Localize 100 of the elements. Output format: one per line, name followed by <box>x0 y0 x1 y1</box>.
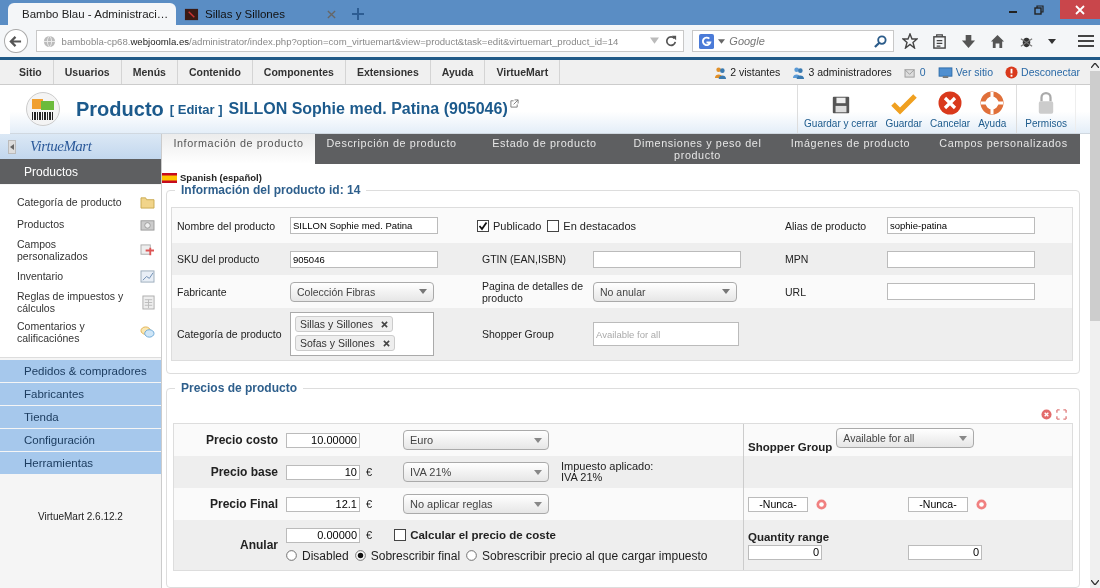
address-bar[interactable]: bambobla-cp68.webjoomla.es/administrator/index.php?option=com_virtuemart&view=product&task=edit&virtuemart_product_id=14 <box>35 30 685 52</box>
toolbar-button[interactable]: Cancelar <box>926 85 975 133</box>
text-field[interactable] <box>593 250 741 268</box>
field-label: Fabricante <box>176 285 228 298</box>
tab[interactable]: Imágenes de producto <box>774 134 927 164</box>
caret-icon <box>534 437 542 443</box>
scroll-down-icon[interactable] <box>1091 580 1099 585</box>
scroll-up-icon[interactable] <box>1091 63 1099 68</box>
toolbar-button[interactable]: Guardar <box>881 85 927 133</box>
dropdown[interactable]: Euro <box>403 430 549 450</box>
radio-button[interactable]: Sobrescribir precio al que cargar impuesto <box>466 548 708 563</box>
star-icon[interactable] <box>902 33 918 49</box>
window-close-button[interactable] <box>1060 0 1100 19</box>
edit-label: [ Editar ] <box>169 101 223 117</box>
dropdown[interactable]: No aplicar reglas <box>403 494 549 514</box>
sidebar-item[interactable]: Productos <box>0 213 161 235</box>
section-title: Precios de producto <box>175 381 304 395</box>
clipboard-icon[interactable] <box>932 33 947 49</box>
logout-link[interactable]: Desconectar <box>1021 66 1080 78</box>
checkbox[interactable]: Calcular el precio de coste <box>394 529 556 541</box>
price-field[interactable]: 12.1 <box>286 496 360 512</box>
menu-item[interactable]: Componentes <box>252 60 346 84</box>
menu-item[interactable]: Ayuda <box>430 60 486 84</box>
checkbox[interactable]: En destacados <box>547 219 637 232</box>
sidebar-section[interactable]: Tienda <box>0 406 161 429</box>
search-field[interactable]: Google <box>692 30 894 52</box>
menu-icon[interactable] <box>1078 34 1094 48</box>
search-icon[interactable] <box>874 34 887 48</box>
menu-item[interactable]: Usuarios <box>53 60 122 84</box>
sidebar-item[interactable]: Comentarios y calificaciónes <box>0 317 161 347</box>
text-field[interactable]: Available for all <box>593 322 739 346</box>
quantity-field[interactable]: 0 <box>908 544 982 560</box>
reload-icon[interactable] <box>665 35 678 47</box>
dropdown[interactable]: Available for all <box>836 428 975 448</box>
radio-button[interactable]: Disabled <box>286 548 349 563</box>
browser-tab[interactable]: Bambo Blau - Administraci… <box>8 3 176 25</box>
scrollbar[interactable] <box>1090 60 1100 588</box>
dropdown[interactable]: IVA 21% <box>403 462 549 482</box>
quantity-field[interactable]: 0 <box>748 544 822 560</box>
field-label: Anular <box>239 538 279 552</box>
checkbox[interactable]: Publicado <box>477 219 542 232</box>
users-icon <box>714 65 728 79</box>
back-button[interactable] <box>4 29 28 53</box>
field-label: Quantity range <box>748 530 830 543</box>
text-field[interactable]: 905046 <box>290 250 438 268</box>
sidebar-section[interactable]: Herramientas <box>0 452 161 475</box>
text-field[interactable]: sophie-patina <box>887 217 1035 234</box>
browser-tab[interactable]: Sillas y Sillones <box>176 3 344 25</box>
sidebar-section[interactable]: Productos <box>0 159 161 185</box>
menu-item[interactable]: Menús <box>121 60 178 84</box>
sidebar-item[interactable]: Reglas de impuestos y cálculos <box>0 287 161 317</box>
remove-icon[interactable] <box>382 339 390 347</box>
toolbar-button[interactable]: Guardar y cerrar <box>797 85 882 133</box>
message-count[interactable]: 0 <box>919 66 926 78</box>
clear-icon[interactable] <box>976 498 987 510</box>
menu-item[interactable]: Contenido <box>177 60 253 84</box>
field-label: Nombre del producto <box>176 219 277 232</box>
external-link-icon[interactable] <box>509 99 519 108</box>
caret-icon[interactable] <box>718 38 726 44</box>
remove-icon[interactable] <box>380 320 388 328</box>
tab[interactable]: Información de producto <box>162 134 315 164</box>
dropdown[interactable]: No anular <box>593 281 737 302</box>
price-field[interactable]: 10 <box>286 464 360 480</box>
sidebar-section[interactable]: Configuración <box>0 429 161 452</box>
field-label: MPN <box>784 253 810 265</box>
text-field[interactable] <box>887 250 1035 268</box>
field-label: Shopper Group <box>481 328 555 340</box>
tag-field[interactable]: Sillas y Sillones Sofas y Sillones <box>290 312 434 356</box>
sidebar-item[interactable]: Campos personalizados <box>0 235 161 265</box>
price-field[interactable]: 0.00000 <box>286 527 360 543</box>
sidebar-toggle[interactable] <box>8 140 16 154</box>
tab[interactable]: Dimensiones y peso del producto <box>621 134 774 164</box>
view-site-link[interactable]: Ver sitio <box>955 66 994 78</box>
toolbar-button[interactable]: Ayuda <box>974 85 1011 133</box>
monitor-icon <box>937 66 953 78</box>
tab[interactable]: Estado de producto <box>468 134 621 164</box>
price-field[interactable]: 10.00000 <box>286 432 360 448</box>
download-icon[interactable] <box>961 33 976 49</box>
text-field[interactable] <box>887 283 1035 300</box>
menu-item[interactable]: Sitio <box>8 60 54 84</box>
dropdown[interactable]: Colección Fibras <box>290 281 434 302</box>
date-field[interactable]: -Nunca- <box>748 496 808 512</box>
menu-item[interactable]: VirtueMart <box>485 60 561 84</box>
sidebar-item[interactable]: Categoría de producto <box>0 191 161 213</box>
caret-icon[interactable] <box>1048 38 1056 44</box>
sidebar-item[interactable]: Inventario <box>0 265 161 287</box>
clear-icon[interactable] <box>816 498 827 510</box>
radio-button[interactable]: Sobrescribir final <box>354 548 461 563</box>
version-text: VirtueMart 2.6.12.2 <box>37 511 124 522</box>
date-field[interactable]: -Nunca- <box>908 496 968 512</box>
menu-item[interactable]: Extensiones <box>345 60 431 84</box>
home-icon[interactable] <box>990 33 1005 49</box>
tab[interactable]: Descripción de producto <box>315 134 468 164</box>
text-field[interactable]: SILLON Sophie med. Patina <box>290 217 438 234</box>
restore-icon[interactable] <box>1034 4 1044 15</box>
spain-flag-icon <box>162 172 177 183</box>
sidebar-section[interactable]: Fabricantes <box>0 383 161 406</box>
toolbar-button[interactable]: Permisos <box>1016 85 1076 133</box>
sidebar-section[interactable]: Pedidos & compradores <box>0 360 161 383</box>
tab[interactable]: Campos personalizados <box>927 134 1080 164</box>
